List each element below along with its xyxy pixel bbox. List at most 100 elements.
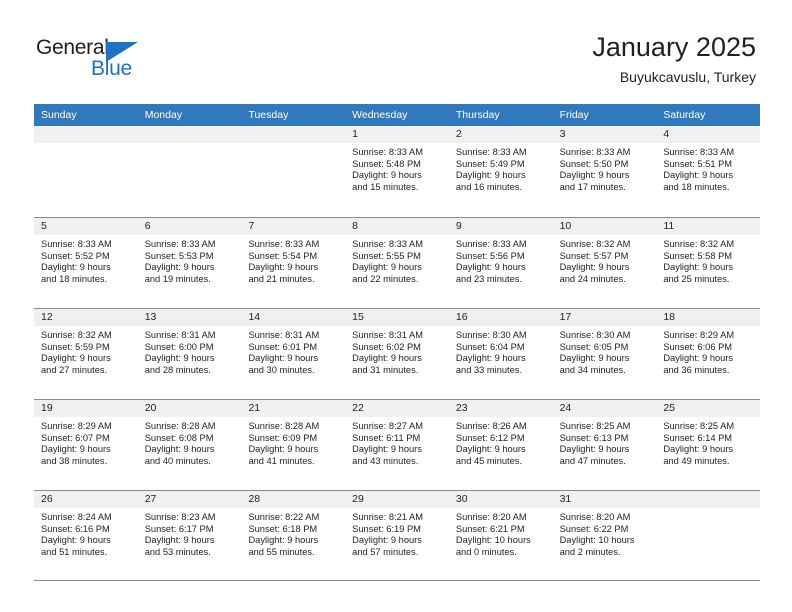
sunrise-text: Sunrise: 8:31 AM: [248, 330, 320, 340]
daylight-text-line1: Daylight: 9 hours: [455, 262, 526, 273]
calendar-day-cell[interactable]: 16 Sunrise: 8:30 AM Sunset: 6:04 PM Dayligh…: [448, 309, 553, 399]
sunset-text: Sunset: 5:55 PM: [352, 250, 421, 261]
calendar-day-cell[interactable]: 23 Sunrise: 8:26 AM Sunset: 6:12 PM Dayligh…: [448, 400, 553, 490]
calendar-day-cell[interactable]: 15 Sunrise: 8:31 AM Sunset: 6:02 PM Dayligh…: [345, 309, 449, 399]
daylight-text-line1: Daylight: 9 hours: [144, 444, 215, 455]
calendar-day-cell[interactable]: 3 Sunrise: 8:33 AM Sunset: 5:50 PM Daylight…: [552, 126, 657, 217]
day-info: Sunrise: 8:21 AM Sunset: 6:19 PM Daylight:…: [345, 508, 449, 558]
sunset-text: Sunset: 5:50 PM: [559, 158, 629, 169]
day-number: 12: [34, 309, 138, 326]
day-number: 4: [656, 126, 761, 143]
calendar-day-cell[interactable]: 28 Sunrise: 8:22 AM Sunset: 6:18 PM Dayligh…: [241, 491, 346, 580]
calendar-day-cell[interactable]: 18 Sunrise: 8:29 AM Sunset: 6:06 PM Dayligh…: [656, 309, 761, 399]
calendar-day-cell[interactable]: 9 Sunrise: 8:33 AM Sunset: 5:56 PM Daylight…: [448, 218, 553, 308]
day-number: 25: [656, 400, 761, 417]
daylight-text-line2: and 18 minutes.: [663, 181, 730, 192]
calendar-day-cell[interactable]: 21 Sunrise: 8:28 AM Sunset: 6:09 PM Dayligh…: [241, 400, 346, 490]
sunset-text: Sunset: 5:58 PM: [663, 250, 733, 261]
daylight-text-line2: and 2 minutes.: [559, 546, 621, 557]
day-number: 13: [137, 309, 242, 326]
page-header: General Blue January 2025 Buyukcavuslu, …: [0, 0, 792, 100]
calendar-day-cell[interactable]: 12 Sunrise: 8:32 AM Sunset: 5:59 PM Dayligh…: [34, 309, 138, 399]
calendar-week-row: 5 Sunrise: 8:33 AM Sunset: 5:52 PM Daylight…: [34, 217, 761, 308]
calendar-day-cell[interactable]: 5 Sunrise: 8:33 AM Sunset: 5:52 PM Daylight…: [34, 218, 138, 308]
day-number: 2: [448, 126, 553, 143]
day-info: Sunrise: 8:33 AM Sunset: 5:51 PM Daylight:…: [656, 143, 760, 193]
daylight-text-line2: and 23 minutes.: [455, 273, 523, 284]
weekday-header-row: Sunday Monday Tuesday Wednesday Thursday Frid…: [34, 104, 760, 126]
calendar-day-cell[interactable]: 24 Sunrise: 8:25 AM Sunset: 6:13 PM Dayligh…: [552, 400, 657, 490]
calendar-day-cell[interactable]: 6 Sunrise: 8:33 AM Sunset: 5:53 PM Daylight…: [137, 218, 242, 308]
daylight-text-line1: Daylight: 9 hours: [248, 353, 319, 364]
day-info: Sunrise: 8:29 AM Sunset: 6:06 PM Daylight:…: [656, 326, 760, 376]
calendar-day-cell[interactable]: 7 Sunrise: 8:33 AM Sunset: 5:54 PM Daylight…: [241, 218, 346, 308]
daylight-text-line2: and 30 minutes.: [248, 364, 315, 375]
day-info: Sunrise: 8:33 AM Sunset: 5:50 PM Daylight:…: [553, 143, 657, 193]
calendar-day-cell[interactable]: 11 Sunrise: 8:32 AM Sunset: 5:58 PM Dayligh…: [656, 218, 761, 308]
daylight-text-line2: and 45 minutes.: [455, 455, 523, 466]
daylight-text-line2: and 25 minutes.: [663, 273, 730, 284]
sunrise-text: Sunrise: 8:33 AM: [352, 239, 423, 249]
sunrise-text: Sunrise: 8:26 AM: [455, 421, 527, 431]
sunrise-text: Sunrise: 8:29 AM: [41, 421, 112, 431]
calendar-day-cell[interactable]: 27 Sunrise: 8:23 AM Sunset: 6:17 PM Dayligh…: [137, 491, 242, 580]
day-info: Sunrise: 8:32 AM Sunset: 5:58 PM Daylight:…: [656, 235, 760, 285]
sunrise-text: Sunrise: 8:33 AM: [455, 239, 527, 249]
daylight-text-line2: and 36 minutes.: [663, 364, 730, 375]
calendar-day-cell[interactable]: 13 Sunrise: 8:31 AM Sunset: 6:00 PM Dayligh…: [137, 309, 242, 399]
day-number: 15: [345, 309, 449, 326]
sunrise-text: Sunrise: 8:20 AM: [455, 512, 527, 522]
day-number: 19: [34, 400, 138, 417]
daylight-text-line2: and 41 minutes.: [248, 455, 315, 466]
calendar-day-cell-empty: [137, 126, 242, 217]
calendar-day-cell[interactable]: 22 Sunrise: 8:27 AM Sunset: 6:11 PM Dayligh…: [345, 400, 449, 490]
calendar-day-cell[interactable]: 8 Sunrise: 8:33 AM Sunset: 5:55 PM Daylight…: [345, 218, 449, 308]
daylight-text-line2: and 18 minutes.: [41, 273, 108, 284]
calendar-day-cell[interactable]: 4 Sunrise: 8:33 AM Sunset: 5:51 PM Daylight…: [656, 126, 761, 217]
calendar-day-cell[interactable]: 26 Sunrise: 8:24 AM Sunset: 6:16 PM Dayligh…: [34, 491, 138, 580]
daylight-text-line1: Daylight: 9 hours: [559, 353, 630, 364]
daylight-text-line2: and 22 minutes.: [352, 273, 419, 284]
sunset-text: Sunset: 6:06 PM: [663, 341, 733, 352]
daylight-text-line1: Daylight: 9 hours: [663, 444, 734, 455]
sunset-text: Sunset: 5:53 PM: [144, 250, 214, 261]
sunset-text: Sunset: 6:12 PM: [455, 432, 525, 443]
daylight-text-line1: Daylight: 9 hours: [455, 353, 526, 364]
daylight-text-line1: Daylight: 9 hours: [352, 353, 422, 364]
sunrise-text: Sunrise: 8:20 AM: [559, 512, 631, 522]
day-info: Sunrise: 8:32 AM Sunset: 5:57 PM Daylight:…: [553, 235, 657, 285]
daylight-text-line1: Daylight: 9 hours: [41, 444, 111, 455]
sunrise-text: Sunrise: 8:33 AM: [248, 239, 320, 249]
calendar-day-cell[interactable]: 20 Sunrise: 8:28 AM Sunset: 6:08 PM Dayligh…: [137, 400, 242, 490]
day-number: 23: [448, 400, 553, 417]
daylight-text-line2: and 38 minutes.: [41, 455, 108, 466]
calendar-day-cell[interactable]: 14 Sunrise: 8:31 AM Sunset: 6:01 PM Dayligh…: [241, 309, 346, 399]
calendar-day-cell[interactable]: 1 Sunrise: 8:33 AM Sunset: 5:48 PM Daylight…: [345, 126, 449, 217]
day-info: Sunrise: 8:33 AM Sunset: 5:48 PM Daylight:…: [345, 143, 449, 193]
calendar-day-cell[interactable]: 19 Sunrise: 8:29 AM Sunset: 6:07 PM Dayligh…: [34, 400, 138, 490]
calendar-day-cell[interactable]: 31 Sunrise: 8:20 AM Sunset: 6:22 PM Dayligh…: [552, 491, 657, 580]
calendar-day-cell[interactable]: 25 Sunrise: 8:25 AM Sunset: 6:14 PM Dayligh…: [656, 400, 761, 490]
daylight-text-line1: Daylight: 10 hours: [559, 535, 635, 546]
sunset-text: Sunset: 6:16 PM: [41, 523, 110, 534]
day-info: Sunrise: 8:33 AM Sunset: 5:54 PM Daylight:…: [241, 235, 345, 285]
daylight-text-line1: Daylight: 9 hours: [663, 170, 734, 181]
calendar-day-cell[interactable]: 17 Sunrise: 8:30 AM Sunset: 6:05 PM Dayligh…: [552, 309, 657, 399]
sunset-text: Sunset: 5:48 PM: [352, 158, 421, 169]
calendar-day-cell[interactable]: 2 Sunrise: 8:33 AM Sunset: 5:49 PM Daylight…: [448, 126, 553, 217]
day-info: Sunrise: 8:25 AM Sunset: 6:13 PM Daylight:…: [553, 417, 657, 467]
daylight-text-line1: Daylight: 9 hours: [248, 444, 319, 455]
calendar-day-cell[interactable]: 29 Sunrise: 8:21 AM Sunset: 6:19 PM Dayligh…: [345, 491, 449, 580]
calendar-day-cell[interactable]: 10 Sunrise: 8:32 AM Sunset: 5:57 PM Dayligh…: [552, 218, 657, 308]
daylight-text-line1: Daylight: 9 hours: [248, 262, 319, 273]
day-number: 18: [656, 309, 761, 326]
daylight-text-line1: Daylight: 9 hours: [144, 262, 215, 273]
calendar-day-cell[interactable]: 30 Sunrise: 8:20 AM Sunset: 6:21 PM Dayligh…: [448, 491, 553, 580]
sunset-text: Sunset: 5:49 PM: [455, 158, 525, 169]
sunset-text: Sunset: 6:08 PM: [144, 432, 214, 443]
day-number: 30: [448, 491, 553, 508]
sunset-text: Sunset: 5:52 PM: [41, 250, 110, 261]
day-info: Sunrise: 8:25 AM Sunset: 6:14 PM Daylight:…: [656, 417, 760, 467]
daylight-text-line2: and 47 minutes.: [559, 455, 626, 466]
brand-logo[interactable]: General Blue: [36, 36, 216, 88]
